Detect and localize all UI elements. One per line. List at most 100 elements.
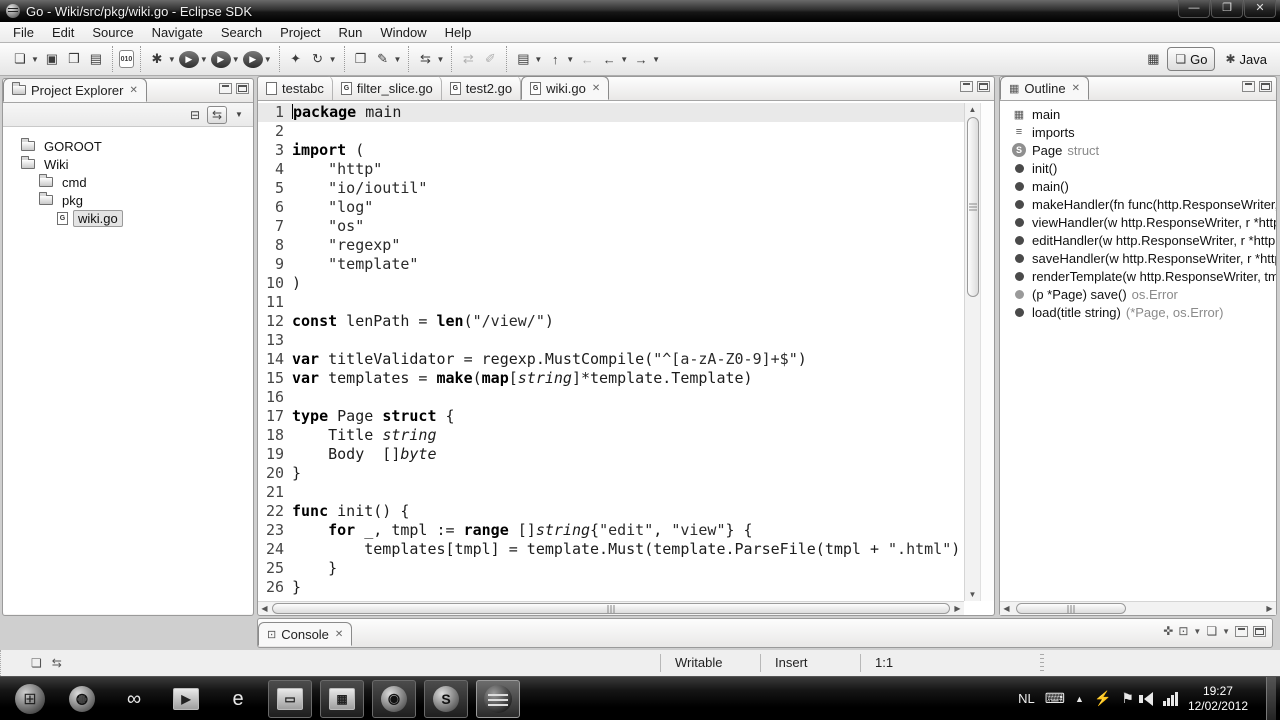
language-indicator[interactable]: NL [1018,691,1035,706]
scroll-left-icon[interactable]: ◀ [258,602,271,615]
taskbar-windows-explorer-button[interactable]: ▭ [268,679,312,718]
outline-item[interactable]: editHandler(w http.ResponseWriter, r *ht… [1000,231,1276,249]
code-line-8[interactable]: 8 "regexp" [258,236,964,255]
horizontal-scroll-thumb[interactable] [272,603,950,614]
go-into-icon[interactable]: ↑ [545,49,565,69]
taskbar-eclipse-button[interactable] [476,679,520,718]
maximize-panel-icon[interactable] [1253,625,1266,637]
menu-file[interactable]: File [4,22,43,43]
minimize-panel-icon[interactable] [1235,625,1248,637]
fast-view-icon[interactable]: ❏ [31,656,42,670]
window-titlebar[interactable]: Go - Wiki/src/pkg/wiki.go - Eclipse SDK … [0,0,1280,22]
outline-item[interactable]: makeHandler(fn func(http.ResponseWriter, [1000,195,1276,213]
minimize-panel-icon[interactable] [1242,81,1255,92]
save-icon[interactable]: ▣ [42,49,62,69]
checklist-icon[interactable]: ▤ [513,49,533,69]
code-line-21[interactable]: 21 [258,483,964,502]
minimize-panel-icon[interactable] [219,83,232,94]
dropdown-icon[interactable]: ▼ [1222,627,1230,636]
taskbar-visual-studio-button[interactable]: ∞ [112,680,156,718]
outline-horizontal-scrollbar[interactable]: ◀ ▶ [1000,601,1276,615]
dropdown-icon[interactable]: ▼ [31,55,39,64]
action-center-flag-icon[interactable]: ⚑ [1121,690,1134,707]
view-menu-icon[interactable]: ▼ [229,106,249,124]
outline-item[interactable]: ≡ imports [1000,123,1276,141]
close-icon[interactable]: ✕ [592,83,600,94]
dropdown-icon[interactable]: ▼ [1193,627,1201,636]
print-icon[interactable]: ▤ [86,49,106,69]
code-line-15[interactable]: 15 var templates = make(map[string]*templ… [258,369,964,388]
run-icon[interactable]: ▶ [178,50,199,68]
outline-item[interactable]: ▦ main [1000,105,1276,123]
forward-icon[interactable]: → [631,49,651,69]
outline-item[interactable]: main() [1000,177,1276,195]
menu-help[interactable]: Help [436,22,481,43]
outline-item[interactable]: saveHandler(w http.ResponseWriter, r *ht… [1000,249,1276,267]
code-line-9[interactable]: 9 "template" [258,255,964,274]
binary-file-icon[interactable]: 010 [118,50,134,68]
code-line-23[interactable]: 23 for _, tmpl := range []string{"edit",… [258,521,964,540]
code-editor[interactable]: 1 package main 2 3 import (4 "http" 5 "io/iou… [258,101,994,615]
code-line-3[interactable]: 3 import ( [258,141,964,160]
code-line-13[interactable]: 13 [258,331,964,350]
editor-horizontal-scrollbar[interactable]: ◀ ▶ [258,601,964,615]
collapse-all-icon[interactable]: ⊟ [185,106,205,124]
code-line-14[interactable]: 14 var titleValidator = regexp.MustCompil… [258,350,964,369]
outline-item[interactable]: load(title string) (*Page, os.Error) [1000,303,1276,321]
clock[interactable]: 19:27 12/02/2012 [1188,684,1248,714]
close-icon[interactable]: ✕ [1072,83,1080,94]
taskbar-internet-explorer-button[interactable]: e [216,680,260,718]
code-line-19[interactable]: 19 Body []byte [258,445,964,464]
outline-tab[interactable]: ▦ Outline ✕ [1000,76,1089,100]
menu-navigate[interactable]: Navigate [143,22,212,43]
dropdown-icon[interactable]: ▼ [168,55,176,64]
code-line-4[interactable]: 4 "http" [258,160,964,179]
outline-item[interactable]: S Page struct [1000,141,1276,159]
editor-tab-wiki-go[interactable]: Gwiki.go ✕ [521,76,610,100]
tree-item-cmd[interactable]: cmd [3,173,253,191]
perspective-java[interactable]: ✱ Java [1218,47,1274,71]
code-line-20[interactable]: 20} [258,464,964,483]
overview-ruler[interactable] [980,103,994,601]
code-line-7[interactable]: 7 "os" [258,217,964,236]
editor-tab-filter_slice-go[interactable]: Gfilter_slice.go [333,76,442,100]
keyboard-icon[interactable]: ⌨ [1045,690,1065,707]
code-line-11[interactable]: 11 [258,293,964,312]
outline-item[interactable]: viewHandler(w http.ResponseWriter, r *ht… [1000,213,1276,231]
perspective-go[interactable]: ❏ Go [1167,47,1216,71]
run-history-icon[interactable]: ▶ [210,50,231,68]
back-icon[interactable]: ← [599,49,619,69]
scroll-up-icon[interactable]: ▲ [965,103,980,116]
link-with-editor-icon[interactable]: ⇆ [207,105,227,124]
menu-project[interactable]: Project [271,22,329,43]
tree-item-Wiki[interactable]: Wiki [3,155,253,173]
menu-run[interactable]: Run [330,22,372,43]
hidden-icons-chevron[interactable]: ▲ [1075,694,1084,704]
code-line-12[interactable]: 12 const lenPath = len("/view/") [258,312,964,331]
minimize-window-button[interactable]: — [1178,0,1210,18]
display-console-icon[interactable]: ⊡ [1178,624,1188,638]
code-line-1[interactable]: 1 package main [258,103,964,122]
tree-item-GOROOT[interactable]: GOROOT [3,137,253,155]
outline-item[interactable]: init() [1000,159,1276,177]
editor-tab-testabc[interactable]: testabc [258,76,333,100]
tree-item-wiki-go[interactable]: Gwiki.go [3,209,253,227]
editor-tab-test2-go[interactable]: Gtest2.go [442,76,522,100]
editor-trim-icon[interactable]: ⇆ [52,656,62,670]
minimize-editor-icon[interactable] [960,81,973,92]
close-icon[interactable]: ✕ [335,629,343,640]
dropdown-icon[interactable]: ▼ [566,55,574,64]
code-line-2[interactable]: 2 [258,122,964,141]
toggle-editor-icon[interactable]: ⇆ [415,49,435,69]
new-icon[interactable]: ❏ [10,49,30,69]
outline-item[interactable]: (p *Page) save() os.Error [1000,285,1276,303]
maximize-editor-icon[interactable] [977,81,990,92]
menu-search[interactable]: Search [212,22,271,43]
dropdown-icon[interactable]: ▼ [329,55,337,64]
close-window-button[interactable]: ✕ [1244,0,1276,18]
taskbar-start-button[interactable]: ⊞ [8,680,52,718]
restore-window-button[interactable]: ❐ [1211,0,1243,18]
run-config-icon[interactable]: ▶ [242,50,263,68]
code-line-16[interactable]: 16 [258,388,964,407]
taskbar-globe-button[interactable]: ◍ [60,680,104,718]
